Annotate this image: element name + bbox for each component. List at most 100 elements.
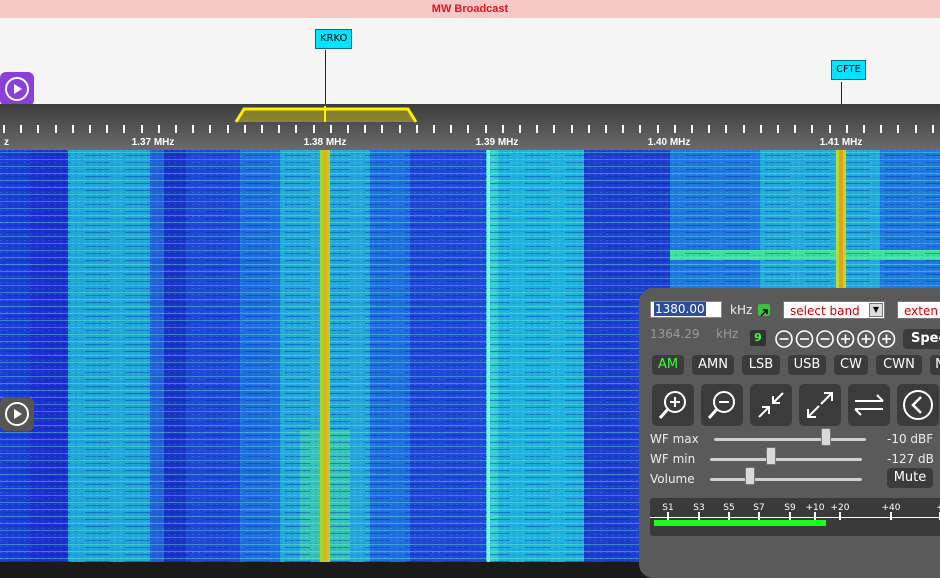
frequency-scale[interactable]: z 1.37 MHz 1.38 MHz 1.39 MHz 1.40 MHz 1.… [0,104,940,150]
s-meter-tick [667,512,669,520]
scale-tick [639,125,641,133]
popout-icon[interactable] [758,304,770,317]
scale-tick [863,125,865,133]
scale-tick [829,125,831,133]
scale-tick [450,125,452,133]
extension-label: exten [904,304,938,318]
station-tag-krko[interactable]: KRKO [315,29,353,49]
wf-min-value: -127 dB [887,452,934,466]
volume-slider-thumb[interactable] [744,467,755,485]
scale-tick [536,125,538,133]
zoom-in-button[interactable] [652,384,694,426]
s-meter-tick [758,512,760,520]
play-button[interactable] [0,72,34,106]
zoom-out-button[interactable] [701,384,743,426]
zoom-band-button[interactable] [750,384,792,426]
plus-icon [877,330,896,348]
scale-tick [657,125,659,133]
scale-tick [605,125,607,133]
scale-tick [794,125,796,133]
volume-label: Volume [650,472,695,486]
wf-min-slider-track[interactable] [710,458,862,461]
plus-icon [836,330,855,348]
wf-max-slider-thumb[interactable] [821,428,832,446]
mode-am-button[interactable]: AM [652,355,684,375]
scale-tick [261,125,263,133]
s-meter-tick [890,512,892,520]
minus-icon [775,330,793,348]
zoom-max-out-button[interactable] [799,384,841,426]
scale-tick [209,125,211,133]
scale-tick [89,125,91,133]
plus-icon [857,330,875,348]
scale-tick [227,125,229,133]
chevron-down-icon: ▼ [869,303,883,317]
scale-tick [519,125,521,133]
side-play-button[interactable] [0,397,34,431]
volume-slider-track[interactable] [710,478,862,481]
band-title-bar: MW Broadcast [0,0,940,18]
scale-tick [313,125,315,133]
scale-tick [691,125,693,133]
s-meter-tick [728,512,730,520]
scale-tick [846,125,848,133]
station-tag-cfte[interactable]: CFTE [831,60,866,80]
mode-lsb-button[interactable]: LSB [742,355,780,375]
scale-tick [485,125,487,133]
scale-tick [20,125,22,133]
cursor-frequency: 1364.29 [650,327,700,341]
scale-tick [192,125,194,133]
scale-tick [141,125,143,133]
mode-amn-button[interactable]: AMN [692,355,734,375]
frequency-input-value: 1380.00 [654,302,706,316]
wf-max-label: WF max [650,432,699,446]
spectrum-button[interactable]: Spec [903,329,940,349]
scale-tick [674,125,676,133]
scale-tick [622,125,624,133]
scale-tick [932,125,934,133]
wf-min-slider-thumb[interactable] [765,447,776,465]
mode-cw-button[interactable]: CW [834,355,868,375]
scale-tick [37,125,39,133]
scale-tick [364,125,366,133]
scale-tick [588,125,590,133]
scale-tick [106,125,108,133]
back-button[interactable] [897,384,939,426]
scale-tick [347,125,349,133]
mode-cwn-button[interactable]: CWN [876,355,922,375]
s-meter-tick [839,512,841,520]
scale-label: 1.38 MHz [303,137,347,148]
mode-n-button[interactable]: N [930,355,940,375]
scale-tick [381,125,383,133]
scale-tick [55,125,57,133]
scale-label: 1.37 MHz [131,137,175,148]
step-buttons[interactable] [774,329,898,349]
station-label-area: KRKO CFTE [0,18,940,104]
scale-tick [571,125,573,133]
scale-label: 1.39 MHz [475,137,519,148]
wf-max-value: -10 dBF [887,432,934,446]
step-badge[interactable]: 9 [750,330,766,346]
mute-button[interactable]: Mute [887,468,933,488]
mode-usb-button[interactable]: USB [788,355,826,375]
swap-button[interactable] [848,384,890,426]
play-icon [5,77,29,101]
cursor-unit: kHz [716,327,739,341]
scale-tick [244,125,246,133]
zoom-out-icon [707,391,735,419]
frequency-input[interactable]: 1380.00 [650,301,722,318]
scale-tick [3,125,5,133]
scale-tick [553,125,555,133]
extension-dropdown[interactable]: exten [897,301,940,319]
frequency-unit: kHz [730,303,753,317]
scale-label: 1.41 MHz [819,137,863,148]
select-band-dropdown[interactable]: select band ▼ [783,301,885,319]
minus-icon [816,330,834,348]
station-marker-line [841,82,842,104]
s-meter-tick [698,512,700,520]
scale-tick [123,125,125,133]
scale-tick [278,125,280,133]
scale-tick [399,125,401,133]
wf-max-slider-track[interactable] [714,438,866,441]
scale-tick [811,125,813,133]
